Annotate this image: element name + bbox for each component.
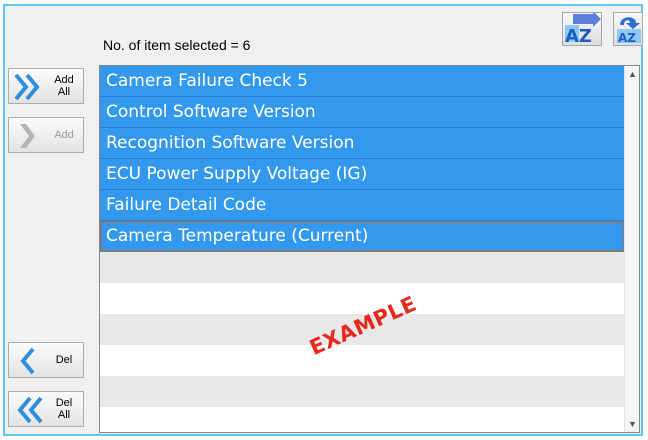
svg-text:AZ: AZ xyxy=(618,31,636,45)
delete-all-button[interactable]: Del All xyxy=(8,391,84,427)
double-chevron-right-icon xyxy=(14,73,40,101)
empty-list-row[interactable] xyxy=(100,283,625,314)
add-label: Add xyxy=(54,129,74,141)
list-item[interactable]: Control Software Version xyxy=(100,97,625,128)
selected-items-list[interactable]: Camera Failure Check 5 Control Software V… xyxy=(99,65,640,433)
list-item[interactable]: ECU Power Supply Voltage (IG) xyxy=(100,159,625,190)
empty-list-row[interactable] xyxy=(100,376,625,407)
add-button[interactable]: Add xyxy=(8,117,84,153)
delete-all-label-line2: All xyxy=(57,409,71,421)
delete-all-label-line1: Del xyxy=(55,397,73,409)
sort-z-a-icon: AZ xyxy=(617,17,641,45)
scroll-up-arrow-icon[interactable]: ▲ xyxy=(628,69,637,79)
add-all-button[interactable]: Add All xyxy=(8,68,84,104)
empty-list-row[interactable] xyxy=(100,252,625,283)
chevron-left-icon xyxy=(20,347,35,375)
double-chevron-left-icon xyxy=(17,396,43,424)
list-item[interactable]: Camera Failure Check 5 xyxy=(100,66,625,97)
svg-text:AZ: AZ xyxy=(565,26,592,45)
empty-list-row[interactable] xyxy=(100,345,625,376)
sort-descending-button[interactable]: AZ xyxy=(613,12,643,46)
sort-a-z-icon: AZ xyxy=(565,11,601,47)
add-all-label-line1: Add xyxy=(54,74,74,86)
list-item[interactable]: Camera Temperature (Current) xyxy=(100,221,625,252)
empty-list-row[interactable] xyxy=(100,407,625,432)
delete-button[interactable]: Del xyxy=(8,342,84,378)
chevron-right-icon xyxy=(20,124,35,148)
scroll-down-arrow-icon[interactable]: ▼ xyxy=(628,419,637,429)
delete-label: Del xyxy=(55,354,73,366)
list-item[interactable]: Recognition Software Version xyxy=(100,128,625,159)
sort-ascending-button[interactable]: AZ xyxy=(562,11,602,47)
list-item[interactable]: Failure Detail Code xyxy=(100,190,625,221)
list-rows: Camera Failure Check 5 Control Software V… xyxy=(100,66,625,432)
vertical-scrollbar[interactable]: ▲ ▼ xyxy=(624,66,639,432)
add-all-label-line2: All xyxy=(57,86,71,98)
selected-count-label: No. of item selected = 6 xyxy=(103,37,251,53)
